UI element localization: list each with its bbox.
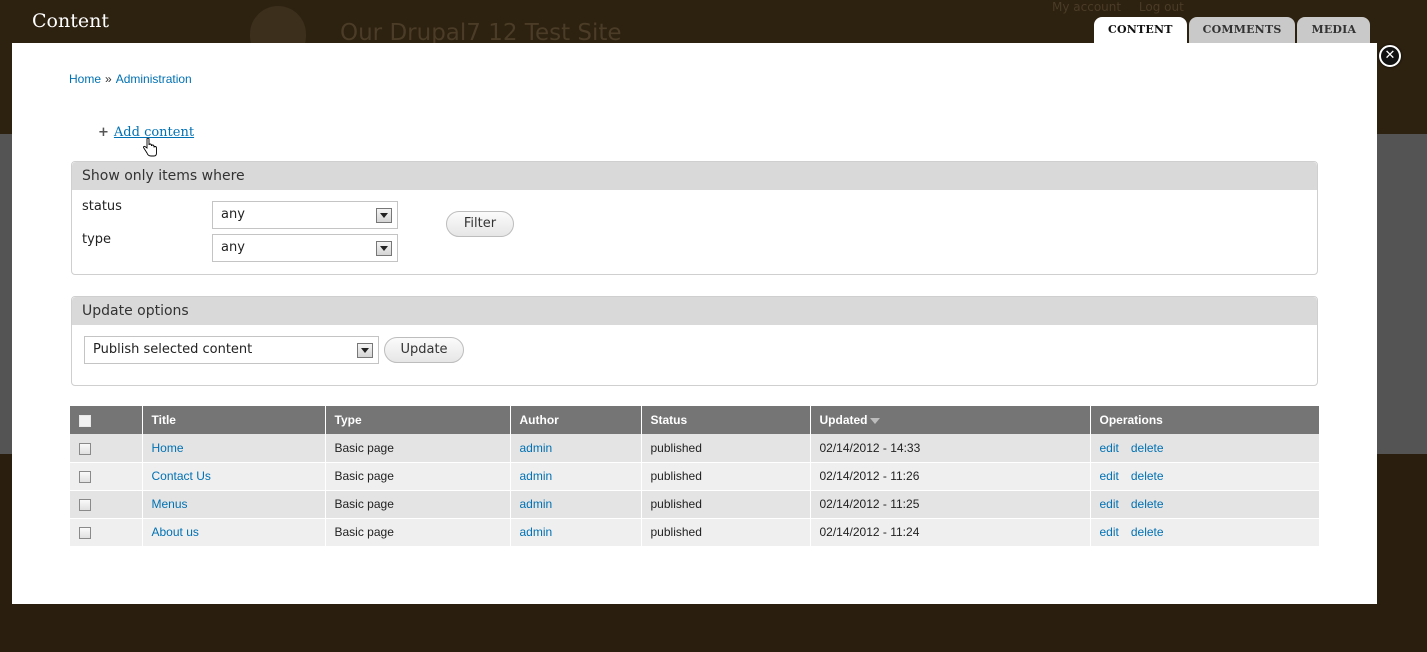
type-label: type xyxy=(82,232,112,247)
edit-link[interactable]: edit xyxy=(1100,469,1119,483)
header-updated[interactable]: Updated xyxy=(809,406,1090,434)
title-link[interactable]: Menus xyxy=(152,497,188,511)
row-checkbox[interactable] xyxy=(79,498,91,511)
hand-cursor-icon xyxy=(143,138,157,157)
select-all-checkbox[interactable] xyxy=(79,414,91,427)
delete-link[interactable]: delete xyxy=(1131,441,1164,455)
table-row: Home Basic page admin published 02/14/20… xyxy=(70,434,1319,463)
author-link[interactable]: admin xyxy=(520,497,553,511)
title-link[interactable]: About us xyxy=(152,525,199,539)
table-row: About us Basic page admin published 02/1… xyxy=(70,518,1319,547)
plus-icon: + xyxy=(98,125,109,140)
update-action-select[interactable]: Publish selected content xyxy=(84,336,379,364)
filter-legend: Show only items where xyxy=(72,162,1317,190)
header-author[interactable]: Author xyxy=(509,406,641,434)
header-type[interactable]: Type xyxy=(324,406,510,434)
title-cell: Home xyxy=(141,434,325,463)
overlay-tabs: CONTENT COMMENTS MEDIA xyxy=(1094,17,1372,43)
author-cell: admin xyxy=(509,462,641,491)
status-cell: published xyxy=(640,490,810,519)
breadcrumb-home[interactable]: Home xyxy=(69,72,101,86)
type-cell: Basic page xyxy=(324,518,510,547)
sort-desc-icon xyxy=(869,417,880,424)
update-action-value: Publish selected content xyxy=(93,342,253,357)
status-cell: published xyxy=(640,434,810,463)
filter-fieldset: Show only items where status any type an… xyxy=(71,161,1318,275)
type-cell: Basic page xyxy=(324,462,510,491)
chevron-down-icon xyxy=(376,208,392,223)
header-title[interactable]: Title xyxy=(141,406,325,434)
delete-link[interactable]: delete xyxy=(1131,525,1164,539)
updated-cell: 02/14/2012 - 14:33 xyxy=(809,434,1090,463)
close-icon[interactable]: ✕ xyxy=(1379,45,1401,67)
logout-link[interactable]: Log out xyxy=(1139,0,1184,14)
table-row: Menus Basic page admin published 02/14/2… xyxy=(70,490,1319,519)
operations-cell: edit delete xyxy=(1089,462,1319,491)
chevron-down-icon xyxy=(357,343,373,358)
breadcrumb-separator: » xyxy=(105,72,112,86)
status-cell: published xyxy=(640,462,810,491)
update-button[interactable]: Update xyxy=(384,337,464,363)
update-legend: Update options xyxy=(72,297,1317,325)
update-fieldset: Update options Publish selected content … xyxy=(71,296,1318,386)
updated-cell: 02/14/2012 - 11:26 xyxy=(809,462,1090,491)
author-cell: admin xyxy=(509,518,641,547)
row-select-cell xyxy=(70,518,142,547)
edit-link[interactable]: edit xyxy=(1100,525,1119,539)
breadcrumb-administration[interactable]: Administration xyxy=(116,72,192,86)
header-operations: Operations xyxy=(1089,406,1319,434)
title-link[interactable]: Contact Us xyxy=(152,469,211,483)
row-select-cell xyxy=(70,462,142,491)
type-cell: Basic page xyxy=(324,434,510,463)
my-account-link[interactable]: My account xyxy=(1052,0,1121,14)
status-cell: published xyxy=(640,518,810,547)
select-all-header xyxy=(70,406,142,434)
delete-link[interactable]: delete xyxy=(1131,469,1164,483)
tab-media[interactable]: MEDIA xyxy=(1297,17,1371,43)
author-cell: admin xyxy=(509,490,641,519)
title-cell: About us xyxy=(141,518,325,547)
header-status[interactable]: Status xyxy=(640,406,810,434)
status-select[interactable]: any xyxy=(212,201,398,229)
status-select-value: any xyxy=(221,207,245,222)
operations-cell: edit delete xyxy=(1089,490,1319,519)
author-link[interactable]: admin xyxy=(520,525,553,539)
edit-link[interactable]: edit xyxy=(1100,497,1119,511)
author-link[interactable]: admin xyxy=(520,441,553,455)
overlay-title: Content xyxy=(32,10,109,32)
tab-comments[interactable]: COMMENTS xyxy=(1188,17,1296,43)
overlay-panel: Home» Administration + Add content Show on… xyxy=(12,43,1377,604)
status-label: status xyxy=(82,199,122,214)
content-table: Title Type Author Status Updated Operati… xyxy=(70,406,1319,547)
author-link[interactable]: admin xyxy=(520,469,553,483)
row-checkbox[interactable] xyxy=(79,442,91,455)
table-header-row: Title Type Author Status Updated Operati… xyxy=(70,406,1319,434)
author-cell: admin xyxy=(509,434,641,463)
row-select-cell xyxy=(70,434,142,463)
delete-link[interactable]: delete xyxy=(1131,497,1164,511)
filter-button[interactable]: Filter xyxy=(446,211,514,237)
updated-cell: 02/14/2012 - 11:24 xyxy=(809,518,1090,547)
type-cell: Basic page xyxy=(324,490,510,519)
row-select-cell xyxy=(70,490,142,519)
title-link[interactable]: Home xyxy=(152,441,184,455)
operations-cell: edit delete xyxy=(1089,518,1319,547)
row-checkbox[interactable] xyxy=(79,526,91,539)
operations-cell: edit delete xyxy=(1089,434,1319,463)
edit-link[interactable]: edit xyxy=(1100,441,1119,455)
title-cell: Menus xyxy=(141,490,325,519)
chevron-down-icon xyxy=(376,241,392,256)
table-row: Contact Us Basic page admin published 02… xyxy=(70,462,1319,491)
type-select[interactable]: any xyxy=(212,234,398,262)
user-links: My account Log out xyxy=(1052,0,1198,14)
type-select-value: any xyxy=(221,240,245,255)
updated-cell: 02/14/2012 - 11:25 xyxy=(809,490,1090,519)
tab-content[interactable]: CONTENT xyxy=(1094,17,1187,43)
title-cell: Contact Us xyxy=(141,462,325,491)
row-checkbox[interactable] xyxy=(79,470,91,483)
header-updated-label: Updated xyxy=(819,413,868,427)
breadcrumb: Home » Administration xyxy=(69,72,192,86)
